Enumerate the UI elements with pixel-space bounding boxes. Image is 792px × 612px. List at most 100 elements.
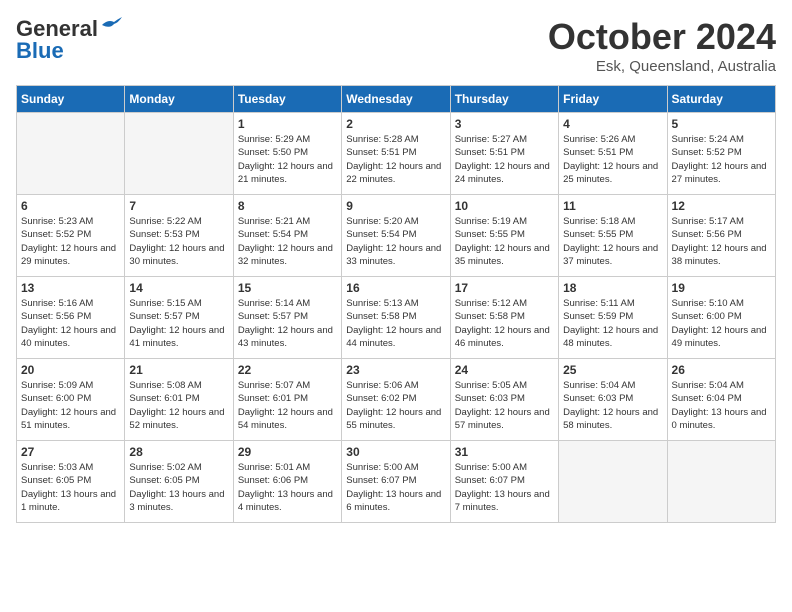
calendar-cell: 15 Sunrise: 5:14 AMSunset: 5:57 PMDaylig… <box>233 277 341 359</box>
day-number: 1 <box>238 117 337 131</box>
day-number: 5 <box>672 117 771 131</box>
day-info: Sunrise: 5:27 AMSunset: 5:51 PMDaylight:… <box>455 133 554 186</box>
calendar-cell: 6 Sunrise: 5:23 AMSunset: 5:52 PMDayligh… <box>17 195 125 277</box>
calendar-cell: 13 Sunrise: 5:16 AMSunset: 5:56 PMDaylig… <box>17 277 125 359</box>
calendar-cell: 29 Sunrise: 5:01 AMSunset: 6:06 PMDaylig… <box>233 441 341 523</box>
calendar-cell: 3 Sunrise: 5:27 AMSunset: 5:51 PMDayligh… <box>450 113 558 195</box>
day-number: 6 <box>21 199 120 213</box>
day-info: Sunrise: 5:11 AMSunset: 5:59 PMDaylight:… <box>563 297 662 350</box>
month-title: October 2024 <box>548 16 776 58</box>
day-number: 29 <box>238 445 337 459</box>
calendar-cell: 1 Sunrise: 5:29 AMSunset: 5:50 PMDayligh… <box>233 113 341 195</box>
day-info: Sunrise: 5:08 AMSunset: 6:01 PMDaylight:… <box>129 379 228 432</box>
day-number: 10 <box>455 199 554 213</box>
day-number: 11 <box>563 199 662 213</box>
day-info: Sunrise: 5:03 AMSunset: 6:05 PMDaylight:… <box>21 461 120 514</box>
day-info: Sunrise: 5:04 AMSunset: 6:03 PMDaylight:… <box>563 379 662 432</box>
day-number: 4 <box>563 117 662 131</box>
calendar-table: SundayMondayTuesdayWednesdayThursdayFrid… <box>16 85 776 523</box>
calendar-cell <box>667 441 775 523</box>
day-info: Sunrise: 5:22 AMSunset: 5:53 PMDaylight:… <box>129 215 228 268</box>
day-info: Sunrise: 5:20 AMSunset: 5:54 PMDaylight:… <box>346 215 445 268</box>
week-row-3: 13 Sunrise: 5:16 AMSunset: 5:56 PMDaylig… <box>17 277 776 359</box>
calendar-cell: 14 Sunrise: 5:15 AMSunset: 5:57 PMDaylig… <box>125 277 233 359</box>
day-number: 7 <box>129 199 228 213</box>
day-info: Sunrise: 5:02 AMSunset: 6:05 PMDaylight:… <box>129 461 228 514</box>
calendar-body: 1 Sunrise: 5:29 AMSunset: 5:50 PMDayligh… <box>17 113 776 523</box>
logo-blue: Blue <box>16 38 64 64</box>
day-number: 14 <box>129 281 228 295</box>
day-number: 17 <box>455 281 554 295</box>
calendar-cell: 9 Sunrise: 5:20 AMSunset: 5:54 PMDayligh… <box>342 195 450 277</box>
column-header-friday: Friday <box>559 86 667 113</box>
calendar-cell: 10 Sunrise: 5:19 AMSunset: 5:55 PMDaylig… <box>450 195 558 277</box>
day-info: Sunrise: 5:29 AMSunset: 5:50 PMDaylight:… <box>238 133 337 186</box>
calendar-cell: 28 Sunrise: 5:02 AMSunset: 6:05 PMDaylig… <box>125 441 233 523</box>
day-info: Sunrise: 5:00 AMSunset: 6:07 PMDaylight:… <box>346 461 445 514</box>
calendar-cell: 19 Sunrise: 5:10 AMSunset: 6:00 PMDaylig… <box>667 277 775 359</box>
day-number: 16 <box>346 281 445 295</box>
day-info: Sunrise: 5:15 AMSunset: 5:57 PMDaylight:… <box>129 297 228 350</box>
logo-bird-icon <box>100 17 122 33</box>
week-row-5: 27 Sunrise: 5:03 AMSunset: 6:05 PMDaylig… <box>17 441 776 523</box>
day-info: Sunrise: 5:01 AMSunset: 6:06 PMDaylight:… <box>238 461 337 514</box>
column-header-wednesday: Wednesday <box>342 86 450 113</box>
calendar-cell <box>17 113 125 195</box>
day-number: 13 <box>21 281 120 295</box>
page-header: General Blue October 2024 Esk, Queenslan… <box>16 16 776 75</box>
day-info: Sunrise: 5:23 AMSunset: 5:52 PMDaylight:… <box>21 215 120 268</box>
day-number: 12 <box>672 199 771 213</box>
day-number: 28 <box>129 445 228 459</box>
day-info: Sunrise: 5:10 AMSunset: 6:00 PMDaylight:… <box>672 297 771 350</box>
calendar-cell: 16 Sunrise: 5:13 AMSunset: 5:58 PMDaylig… <box>342 277 450 359</box>
calendar-cell: 8 Sunrise: 5:21 AMSunset: 5:54 PMDayligh… <box>233 195 341 277</box>
calendar-cell: 11 Sunrise: 5:18 AMSunset: 5:55 PMDaylig… <box>559 195 667 277</box>
day-number: 27 <box>21 445 120 459</box>
calendar-cell <box>559 441 667 523</box>
week-row-4: 20 Sunrise: 5:09 AMSunset: 6:00 PMDaylig… <box>17 359 776 441</box>
day-info: Sunrise: 5:12 AMSunset: 5:58 PMDaylight:… <box>455 297 554 350</box>
day-number: 18 <box>563 281 662 295</box>
calendar-cell: 20 Sunrise: 5:09 AMSunset: 6:00 PMDaylig… <box>17 359 125 441</box>
day-number: 19 <box>672 281 771 295</box>
day-info: Sunrise: 5:17 AMSunset: 5:56 PMDaylight:… <box>672 215 771 268</box>
day-number: 3 <box>455 117 554 131</box>
day-info: Sunrise: 5:14 AMSunset: 5:57 PMDaylight:… <box>238 297 337 350</box>
day-number: 23 <box>346 363 445 377</box>
column-header-tuesday: Tuesday <box>233 86 341 113</box>
day-number: 9 <box>346 199 445 213</box>
day-info: Sunrise: 5:06 AMSunset: 6:02 PMDaylight:… <box>346 379 445 432</box>
day-number: 30 <box>346 445 445 459</box>
day-info: Sunrise: 5:07 AMSunset: 6:01 PMDaylight:… <box>238 379 337 432</box>
day-info: Sunrise: 5:19 AMSunset: 5:55 PMDaylight:… <box>455 215 554 268</box>
day-info: Sunrise: 5:26 AMSunset: 5:51 PMDaylight:… <box>563 133 662 186</box>
column-header-monday: Monday <box>125 86 233 113</box>
calendar-cell: 30 Sunrise: 5:00 AMSunset: 6:07 PMDaylig… <box>342 441 450 523</box>
day-number: 25 <box>563 363 662 377</box>
day-number: 24 <box>455 363 554 377</box>
day-info: Sunrise: 5:18 AMSunset: 5:55 PMDaylight:… <box>563 215 662 268</box>
day-info: Sunrise: 5:05 AMSunset: 6:03 PMDaylight:… <box>455 379 554 432</box>
day-info: Sunrise: 5:16 AMSunset: 5:56 PMDaylight:… <box>21 297 120 350</box>
calendar-cell: 31 Sunrise: 5:00 AMSunset: 6:07 PMDaylig… <box>450 441 558 523</box>
day-info: Sunrise: 5:00 AMSunset: 6:07 PMDaylight:… <box>455 461 554 514</box>
logo: General Blue <box>16 16 122 64</box>
calendar-cell: 25 Sunrise: 5:04 AMSunset: 6:03 PMDaylig… <box>559 359 667 441</box>
calendar-cell: 21 Sunrise: 5:08 AMSunset: 6:01 PMDaylig… <box>125 359 233 441</box>
day-number: 21 <box>129 363 228 377</box>
week-row-1: 1 Sunrise: 5:29 AMSunset: 5:50 PMDayligh… <box>17 113 776 195</box>
day-info: Sunrise: 5:21 AMSunset: 5:54 PMDaylight:… <box>238 215 337 268</box>
calendar-header-row: SundayMondayTuesdayWednesdayThursdayFrid… <box>17 86 776 113</box>
calendar-cell: 24 Sunrise: 5:05 AMSunset: 6:03 PMDaylig… <box>450 359 558 441</box>
calendar-cell: 7 Sunrise: 5:22 AMSunset: 5:53 PMDayligh… <box>125 195 233 277</box>
day-info: Sunrise: 5:28 AMSunset: 5:51 PMDaylight:… <box>346 133 445 186</box>
calendar-cell: 12 Sunrise: 5:17 AMSunset: 5:56 PMDaylig… <box>667 195 775 277</box>
day-number: 22 <box>238 363 337 377</box>
day-info: Sunrise: 5:09 AMSunset: 6:00 PMDaylight:… <box>21 379 120 432</box>
calendar-cell <box>125 113 233 195</box>
day-info: Sunrise: 5:04 AMSunset: 6:04 PMDaylight:… <box>672 379 771 432</box>
calendar-cell: 4 Sunrise: 5:26 AMSunset: 5:51 PMDayligh… <box>559 113 667 195</box>
calendar-cell: 18 Sunrise: 5:11 AMSunset: 5:59 PMDaylig… <box>559 277 667 359</box>
week-row-2: 6 Sunrise: 5:23 AMSunset: 5:52 PMDayligh… <box>17 195 776 277</box>
day-number: 20 <box>21 363 120 377</box>
